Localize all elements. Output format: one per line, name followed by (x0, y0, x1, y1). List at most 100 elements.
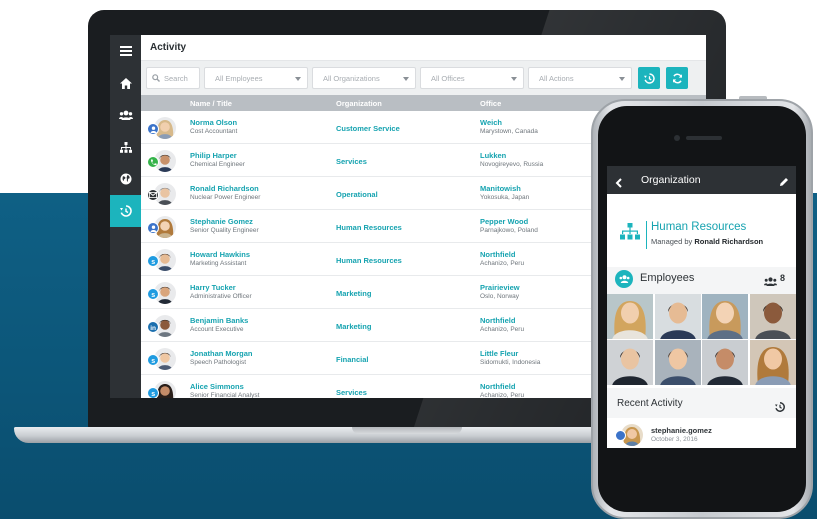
history-button[interactable] (638, 67, 660, 89)
employee-name[interactable]: Alice Simmons (190, 382, 244, 391)
employee-office[interactable]: Pepper Wood (480, 217, 528, 226)
chevron-down-icon (295, 77, 301, 81)
employee-organization[interactable]: Operational (336, 190, 378, 199)
employee-organization[interactable]: Services (336, 388, 367, 397)
employee-location: Sidomukti, Indonesia (480, 359, 541, 366)
linkedin-badge-icon[interactable]: in (147, 321, 159, 333)
employee-name[interactable]: Stephanie Gomez (190, 217, 253, 226)
svg-text:in: in (150, 325, 156, 331)
user-badge-icon[interactable] (147, 222, 159, 234)
employee-office[interactable]: Little Fleur (480, 349, 518, 358)
refresh-button[interactable] (666, 67, 688, 89)
employee-photo[interactable] (607, 340, 653, 385)
history-icon[interactable] (110, 195, 141, 227)
employee-photo[interactable] (654, 340, 701, 385)
employee-location: Yokosuka, Japan (480, 194, 530, 201)
phone-header-title: Organization (641, 174, 701, 186)
phone-speaker (686, 136, 722, 140)
organizations-filter-select[interactable]: All Organizations (312, 67, 416, 89)
recent-activity-label: Recent Activity (617, 398, 683, 409)
employee-office[interactable]: Weich (480, 118, 502, 127)
skype-badge-icon[interactable]: s (147, 387, 159, 398)
managed-by-text: Managed by Ronald Richardson (651, 237, 763, 246)
column-header-name[interactable]: Name / Title (190, 99, 232, 108)
mail-badge-icon[interactable] (147, 189, 159, 201)
users-icon (764, 273, 777, 291)
employee-photo[interactable] (607, 294, 653, 339)
title-bar (141, 35, 706, 61)
back-chevron-icon[interactable] (615, 175, 622, 193)
employee-office[interactable]: Northfield (480, 382, 515, 391)
filter-bar: Search All Employees All Organizations A… (141, 61, 706, 95)
svg-text:s: s (151, 292, 155, 298)
employee-office[interactable]: Prairieview (480, 283, 520, 292)
employee-organization[interactable]: Marketing (336, 322, 371, 331)
chevron-down-icon (511, 77, 517, 81)
employee-office[interactable]: Northfield (480, 316, 515, 325)
employees-count: 8 (780, 273, 786, 283)
pencil-icon[interactable] (779, 174, 789, 192)
employee-title: Administrative Officer (190, 293, 252, 300)
org-divider (646, 221, 647, 249)
employee-photo[interactable] (749, 340, 796, 385)
employee-photo[interactable] (702, 340, 748, 385)
employee-name[interactable]: Norma Olson (190, 118, 237, 127)
employee-office[interactable]: Manitowish (480, 184, 521, 193)
search-icon (152, 74, 160, 82)
activity-username[interactable]: stephanie.gomez (651, 426, 712, 435)
employees-label: Employees (640, 272, 695, 284)
employee-name[interactable]: Harry Tucker (190, 283, 236, 292)
employee-photo-grid (607, 294, 796, 385)
actions-filter-select[interactable]: All Actions (528, 67, 632, 89)
hamburger-menu-icon[interactable] (110, 35, 141, 67)
organizations-filter-label: All Organizations (323, 74, 380, 83)
employee-name[interactable]: Jonathan Morgan (190, 349, 253, 358)
org-chart-icon[interactable] (110, 131, 141, 163)
skype-badge-icon[interactable]: s (147, 354, 159, 366)
employee-office[interactable]: Northfield (480, 250, 515, 259)
employee-organization[interactable]: Customer Service (336, 124, 400, 133)
employee-title: Account Executive (190, 326, 244, 333)
skype-badge-icon[interactable]: s (147, 288, 159, 300)
employee-photo[interactable] (654, 294, 701, 339)
employee-title: Chemical Engineer (190, 161, 245, 168)
employee-location: Achanizo, Peru (480, 260, 525, 267)
history-icon (643, 72, 655, 84)
employee-title: Senior Quality Engineer (190, 227, 259, 234)
employee-title: Cost Accountant (190, 128, 238, 135)
manager-name[interactable]: Ronald Richardson (694, 237, 763, 246)
column-header-organization[interactable]: Organization (336, 99, 382, 108)
skype-badge-icon[interactable]: s (147, 255, 159, 267)
employee-organization[interactable]: Human Resources (336, 223, 402, 232)
home-icon[interactable] (110, 67, 141, 99)
employee-organization[interactable]: Human Resources (336, 256, 402, 265)
user-badge-icon[interactable] (147, 123, 159, 135)
org-name: Human Resources (651, 221, 747, 233)
employee-photo[interactable] (702, 294, 748, 339)
employee-name[interactable]: Howard Hawkins (190, 250, 250, 259)
employee-office[interactable]: Lukken (480, 151, 506, 160)
employee-location: Achanizo, Peru (480, 392, 525, 398)
globe-icon[interactable] (110, 163, 141, 195)
employee-name[interactable]: Ronald Richardson (190, 184, 259, 193)
actions-filter-label: All Actions (539, 74, 574, 83)
user-badge-icon (615, 430, 626, 441)
employee-organization[interactable]: Marketing (336, 289, 371, 298)
employee-organization[interactable]: Services (336, 157, 367, 166)
search-input[interactable]: Search (146, 67, 200, 89)
employees-filter-select[interactable]: All Employees (204, 67, 308, 89)
phone-badge-icon[interactable] (147, 156, 159, 168)
offices-filter-select[interactable]: All Offices (420, 67, 524, 89)
employee-organization[interactable]: Financial (336, 355, 369, 364)
employee-name[interactable]: Benjamin Banks (190, 316, 248, 325)
employees-filter-label: All Employees (215, 74, 263, 83)
svg-text:s: s (151, 358, 155, 364)
employee-photo[interactable] (749, 294, 796, 339)
org-chart-icon (620, 223, 640, 245)
phone-camera (674, 135, 680, 141)
history-icon[interactable] (775, 399, 785, 417)
users-icon[interactable] (110, 99, 141, 131)
column-header-office[interactable]: Office (480, 99, 501, 108)
employee-name[interactable]: Philip Harper (190, 151, 237, 160)
refresh-icon (672, 73, 682, 83)
